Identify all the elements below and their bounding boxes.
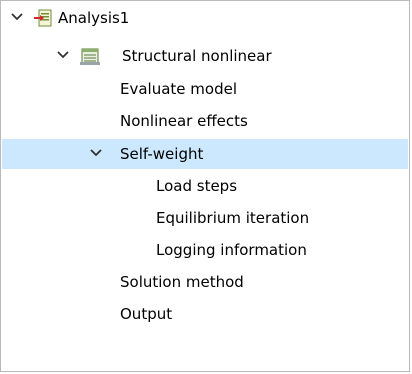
- structural-nonlinear-icon: [79, 45, 101, 67]
- chevron-down-icon[interactable]: [10, 10, 24, 24]
- tree-node-equilibrium-iteration[interactable]: Equilibrium iteration: [2, 203, 408, 233]
- tree-node-analysis1[interactable]: Analysis1: [2, 3, 408, 33]
- analysis-tree-panel: Analysis1 Structural nonlinear Evaluate …: [0, 0, 410, 372]
- tree-node-nonlinear-effects[interactable]: Nonlinear effects: [2, 106, 408, 136]
- load-steps-label: Load steps: [156, 177, 238, 195]
- nonlinear-effects-label: Nonlinear effects: [120, 112, 248, 130]
- tree-node-load-steps[interactable]: Load steps: [2, 171, 408, 201]
- tree-node-evaluate-model[interactable]: Evaluate model: [2, 74, 408, 104]
- analysis1-label: Analysis1: [58, 9, 130, 27]
- tree-node-output[interactable]: Output: [2, 299, 408, 329]
- logging-information-label: Logging information: [156, 241, 307, 259]
- chevron-down-icon[interactable]: [89, 146, 103, 160]
- output-label: Output: [120, 305, 173, 323]
- tree-node-structural-nonlinear[interactable]: Structural nonlinear: [2, 41, 408, 71]
- chevron-down-icon[interactable]: [56, 48, 70, 62]
- evaluate-model-label: Evaluate model: [120, 80, 237, 98]
- equilibrium-iteration-label: Equilibrium iteration: [156, 209, 310, 227]
- tree-node-self-weight[interactable]: Self-weight: [2, 139, 408, 169]
- solution-method-label: Solution method: [120, 273, 244, 291]
- structural-nonlinear-label: Structural nonlinear: [122, 47, 272, 65]
- tree-node-solution-method[interactable]: Solution method: [2, 267, 408, 297]
- analysis-document-icon: [32, 7, 54, 29]
- self-weight-label: Self-weight: [120, 145, 204, 163]
- tree-node-logging-information[interactable]: Logging information: [2, 235, 408, 265]
